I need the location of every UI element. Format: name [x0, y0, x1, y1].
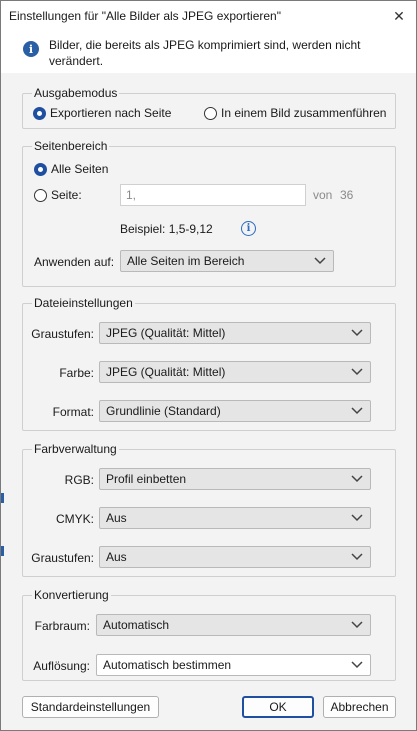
radio-all-pages-dot[interactable]: [34, 162, 47, 176]
chevron-down-icon: [350, 618, 364, 632]
colorspace-value: Automatisch: [103, 618, 170, 632]
info-icon: i: [23, 41, 39, 57]
cmyk-label: CMYK:: [55, 512, 94, 526]
apply-to-label: Anwenden auf:: [34, 255, 115, 269]
radio-merge-into-one-label: In einem Bild zusammenführen: [221, 106, 387, 120]
info-text: Bilder, die bereits als JPEG komprimiert…: [49, 38, 361, 68]
chevron-down-icon: [313, 254, 327, 268]
chevron-down-icon: [350, 658, 364, 672]
rgb-label: RGB:: [64, 473, 94, 487]
resolution-label: Auflösung:: [33, 659, 90, 673]
cmyk-profile-dropdown[interactable]: Aus: [99, 507, 371, 529]
page-of-label: von: [313, 188, 333, 202]
chevron-down-icon: [350, 511, 364, 525]
radio-merge-into-one-dot[interactable]: [204, 106, 217, 120]
grayscale-profile-label: Graustufen:: [31, 551, 94, 565]
grayscale-compression-dropdown[interactable]: JPEG (Qualität: Mittel): [99, 322, 371, 344]
radio-all-pages[interactable]: Alle Seiten: [34, 162, 108, 176]
output-mode-group: Ausgabemodus Exportieren nach Seite In e…: [22, 86, 396, 129]
dialog-title: Einstellungen für "Alle Bilder als JPEG …: [9, 9, 281, 23]
color-compression-dropdown[interactable]: JPEG (Qualität: Mittel): [99, 361, 371, 383]
page-range-example: Beispiel: 1,5-9,12: [120, 222, 213, 236]
grayscale-compression-value: JPEG (Qualität: Mittel): [106, 326, 226, 340]
grayscale-label: Graustufen:: [31, 327, 94, 341]
file-settings-group: Dateieinstellungen Graustufen: JPEG (Qua…: [22, 296, 396, 431]
radio-merge-into-one[interactable]: In einem Bild zusammenführen: [204, 106, 386, 120]
info-hint-icon[interactable]: i: [241, 221, 256, 236]
radio-all-pages-label: Alle Seiten: [51, 162, 109, 176]
page-range-legend: Seitenbereich: [32, 139, 110, 153]
grayscale-profile-value: Aus: [106, 550, 127, 564]
cmyk-profile-value: Aus: [106, 511, 127, 525]
title-bar: Einstellungen für "Alle Bilder als JPEG …: [1, 1, 416, 31]
color-management-group: Farbverwaltung RGB: Profil einbetten CMY…: [22, 442, 396, 577]
format-dropdown[interactable]: Grundlinie (Standard): [99, 400, 371, 422]
radio-export-per-page-dot[interactable]: [33, 106, 46, 120]
background-window-edge: [1, 493, 4, 503]
page-range-input[interactable]: 1,: [120, 184, 306, 206]
grayscale-profile-dropdown[interactable]: Aus: [99, 546, 371, 568]
color-management-legend: Farbverwaltung: [32, 442, 119, 456]
resolution-value: Automatisch bestimmen: [103, 658, 232, 672]
page-range-group: Seitenbereich Alle Seiten Seite: 1, von …: [22, 139, 396, 287]
color-label: Farbe:: [59, 366, 94, 380]
rgb-profile-value: Profil einbetten: [106, 472, 187, 486]
total-pages: 36: [340, 188, 354, 202]
close-icon[interactable]: ✕: [388, 5, 410, 27]
format-value: Grundlinie (Standard): [106, 404, 221, 418]
rgb-profile-dropdown[interactable]: Profil einbetten: [99, 468, 371, 490]
chevron-down-icon: [350, 404, 364, 418]
radio-page[interactable]: Seite:: [34, 188, 82, 202]
background-window-edge: [1, 546, 4, 556]
defaults-button[interactable]: Standardeinstellungen: [22, 696, 159, 718]
resolution-dropdown[interactable]: Automatisch bestimmen: [96, 654, 371, 676]
cancel-button[interactable]: Abbrechen: [323, 696, 396, 718]
format-label: Format:: [52, 405, 94, 419]
color-compression-value: JPEG (Qualität: Mittel): [106, 365, 226, 379]
colorspace-label: Farbraum:: [34, 619, 90, 633]
radio-page-dot[interactable]: [34, 188, 47, 202]
chevron-down-icon: [350, 326, 364, 340]
apply-to-value: Alle Seiten im Bereich: [127, 254, 245, 268]
chevron-down-icon: [350, 472, 364, 486]
radio-page-label: Seite:: [51, 188, 82, 202]
chevron-down-icon: [350, 365, 364, 379]
apply-to-dropdown[interactable]: Alle Seiten im Bereich: [120, 250, 334, 272]
radio-export-per-page[interactable]: Exportieren nach Seite: [33, 106, 171, 120]
ok-button[interactable]: OK: [242, 696, 314, 718]
info-banner: i Bilder, die bereits als JPEG komprimie…: [1, 31, 416, 73]
output-mode-legend: Ausgabemodus: [32, 86, 120, 100]
radio-export-per-page-label: Exportieren nach Seite: [50, 106, 172, 120]
chevron-down-icon: [350, 550, 364, 564]
export-settings-dialog: Einstellungen für "Alle Bilder als JPEG …: [0, 0, 417, 731]
file-settings-legend: Dateieinstellungen: [32, 296, 135, 310]
colorspace-dropdown[interactable]: Automatisch: [96, 614, 371, 636]
conversion-legend: Konvertierung: [32, 588, 111, 602]
conversion-group: Konvertierung Farbraum: Automatisch Aufl…: [22, 588, 396, 681]
